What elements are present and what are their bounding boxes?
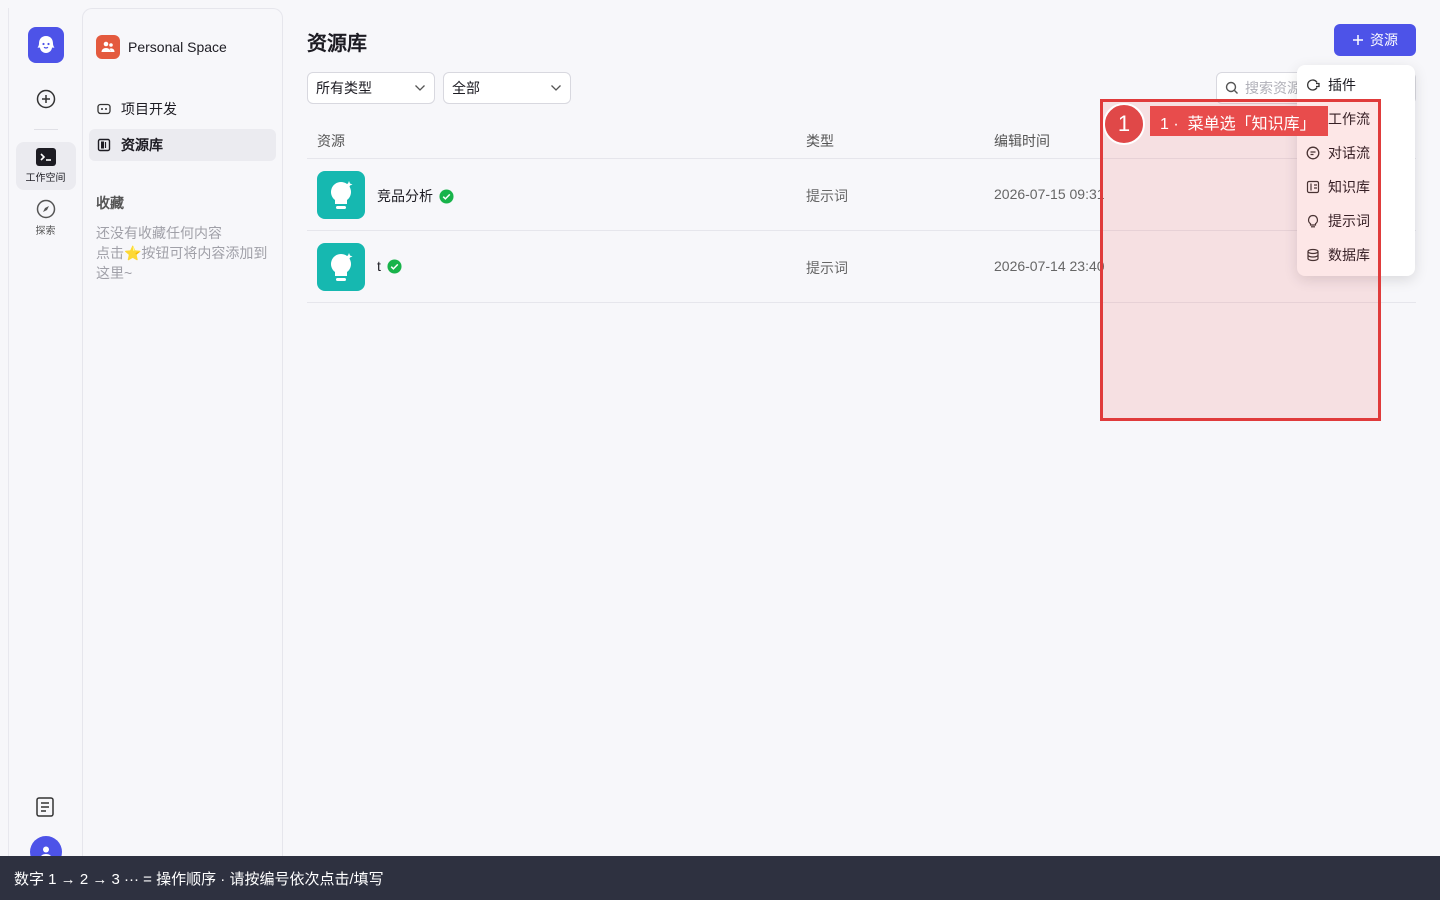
- type-filter-value: 所有类型: [316, 80, 372, 96]
- search-icon: [1225, 81, 1238, 94]
- team-icon: [96, 35, 120, 59]
- scope-filter-value: 全部: [452, 80, 480, 96]
- resource-name: t: [377, 258, 381, 274]
- annotation-label: 1 · 菜单选「知识库」: [1150, 106, 1328, 136]
- prompt-icon: [317, 243, 365, 291]
- resource-name-cell: t: [377, 258, 402, 274]
- column-header-edit-time: 编辑时间: [994, 133, 1050, 149]
- annotation-highlight-box: [1100, 99, 1381, 421]
- resource-type: 提示词: [806, 188, 848, 204]
- robot-icon: [97, 103, 111, 115]
- side-panel: Personal Space 项目开发 资源库 收藏 还没有收藏任何内容 点击⭐…: [82, 8, 283, 856]
- plus-icon: [1353, 35, 1363, 45]
- add-resource-button[interactable]: 资源: [1334, 24, 1416, 56]
- create-plus-icon[interactable]: [30, 83, 62, 115]
- annotation-step-badge: 1: [1103, 103, 1145, 145]
- chevron-down-icon: [415, 85, 425, 91]
- add-resource-label: 资源: [1370, 32, 1398, 48]
- verified-check-icon: [387, 258, 402, 274]
- plugin-icon: [1307, 79, 1320, 91]
- column-header-resource: 资源: [317, 133, 345, 149]
- rail-item-workspace[interactable]: 工作空间: [15, 142, 76, 190]
- space-name: Personal Space: [128, 39, 227, 55]
- instruction-footer: 数字 1 → 2 → 3 ··· = 操作顺序 · 请按编号依次点击/填写: [0, 856, 1440, 900]
- menu-item-plugin[interactable]: 插件: [1297, 68, 1415, 102]
- page-title: 资源库: [307, 33, 367, 55]
- resource-edit-time: 2026-07-15 09:31: [994, 186, 1105, 202]
- nav-item-project-dev[interactable]: 项目开发: [89, 93, 276, 125]
- nav-item-library[interactable]: 资源库: [89, 129, 276, 161]
- app-logo-icon[interactable]: [27, 27, 64, 63]
- prompt-icon: [317, 171, 365, 219]
- library-icon: [97, 138, 111, 152]
- space-switcher[interactable]: Personal Space: [83, 9, 282, 61]
- type-filter-select[interactable]: 所有类型: [307, 72, 435, 104]
- nav-item-label: 项目开发: [121, 101, 177, 117]
- scope-filter-select[interactable]: 全部: [443, 72, 571, 104]
- search-placeholder: 搜索资源: [1245, 80, 1301, 96]
- chevron-down-icon: [551, 85, 561, 91]
- rail-divider: [33, 129, 58, 130]
- favorites-title: 收藏: [96, 195, 124, 211]
- resource-edit-time: 2026-07-14 23:40: [994, 258, 1105, 274]
- menu-item-label: 插件: [1328, 77, 1356, 93]
- resource-type: 提示词: [806, 260, 848, 276]
- rail-item-explore[interactable]: 探索: [16, 194, 76, 242]
- column-header-type: 类型: [806, 133, 834, 149]
- terminal-icon: [35, 148, 56, 166]
- rail-workspace-label: 工作空间: [25, 173, 66, 184]
- verified-check-icon: [439, 188, 454, 204]
- left-rail: 工作空间 探索: [8, 8, 82, 868]
- compass-icon: [36, 199, 55, 219]
- nav-item-label: 资源库: [121, 137, 163, 153]
- side-nav: 项目开发 资源库: [83, 93, 282, 161]
- favorites-empty-text: 还没有收藏任何内容 点击⭐按钮可将内容添加到这里~: [96, 225, 268, 281]
- resource-name: 竞品分析: [377, 188, 433, 204]
- rail-explore-label: 探索: [35, 226, 56, 237]
- resource-name-cell: 竞品分析: [377, 186, 454, 206]
- docs-icon[interactable]: [36, 797, 54, 820]
